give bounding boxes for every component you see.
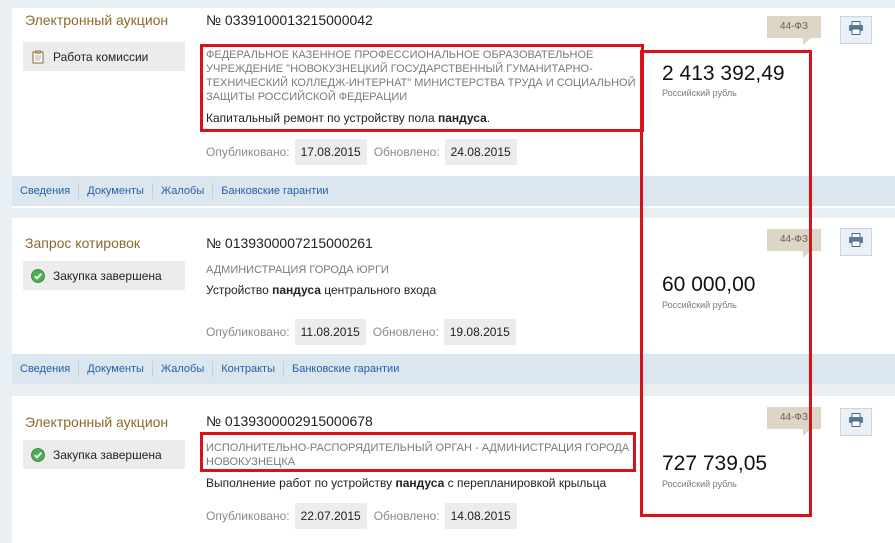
price-value: 727 739,05 bbox=[662, 452, 768, 475]
subject-text: Выполнение работ по устройству bbox=[206, 476, 396, 490]
updated-date: 14.08.2015 bbox=[444, 503, 517, 529]
tab-bank-guarantees[interactable]: Банковские гарантии bbox=[213, 183, 336, 199]
status-badge: Работа комиссии bbox=[23, 42, 185, 71]
updated-label: Обновлено: bbox=[372, 325, 439, 339]
clipboard-icon bbox=[31, 50, 45, 64]
print-button[interactable] bbox=[840, 16, 872, 44]
tab-details[interactable]: Сведения bbox=[12, 183, 80, 199]
currency-label: Российский рубль bbox=[662, 300, 737, 310]
subject-text: Устройство bbox=[206, 283, 273, 297]
tab-bank-guarantees[interactable]: Банковские гарантии bbox=[284, 361, 407, 377]
subject-keyword: пандуса bbox=[395, 476, 445, 490]
currency-label: Российский рубль bbox=[662, 88, 737, 98]
tab-contracts[interactable]: Контракты bbox=[213, 361, 284, 377]
tender-card-2: Запрос котировок Закупка завершена № 013… bbox=[12, 218, 895, 384]
status-badge: Закупка завершена bbox=[23, 440, 185, 469]
tab-complaints[interactable]: Жалобы bbox=[153, 361, 214, 377]
published-label: Опубликовано: bbox=[206, 509, 290, 523]
price-value: 60 000,00 bbox=[662, 273, 756, 296]
subject-keyword: пандуса bbox=[272, 283, 321, 297]
status-label: Закупка завершена bbox=[53, 268, 162, 283]
procurement-subject: Капитальный ремонт по устройству пола па… bbox=[206, 111, 490, 125]
registry-number-link[interactable]: № 0139300002915000678 bbox=[206, 413, 373, 429]
updated-date: 19.08.2015 bbox=[443, 319, 516, 345]
customer-name[interactable]: ИСПОЛНИТЕЛЬНО-РАСПОРЯДИТЕЛЬНЫЙ ОРГАН - А… bbox=[206, 441, 642, 469]
subject-text-end: центрального входа bbox=[320, 283, 437, 297]
subject-text: Капитальный ремонт по устройству пола bbox=[206, 111, 438, 125]
tab-documents[interactable]: Документы bbox=[79, 361, 153, 377]
status-badge: Закупка завершена bbox=[23, 261, 185, 290]
dates-row: Опубликовано: 11.08.2015 Обновлено: 19.0… bbox=[206, 319, 523, 345]
registry-number-link[interactable]: № 0139300007215000261 bbox=[206, 235, 373, 251]
updated-label: Обновлено: bbox=[373, 145, 440, 159]
print-button[interactable] bbox=[840, 408, 872, 436]
dates-row: Опубликовано: 22.07.2015 Обновлено: 14.0… bbox=[206, 503, 524, 529]
check-circle-icon bbox=[31, 447, 45, 462]
print-button[interactable] bbox=[840, 228, 872, 256]
card-tabs: Сведения Документы Жалобы Банковские гар… bbox=[12, 176, 895, 206]
tab-details[interactable]: Сведения bbox=[12, 361, 80, 377]
tab-complaints[interactable]: Жалобы bbox=[153, 183, 214, 199]
printer-icon bbox=[848, 232, 864, 252]
currency-label: Российский рубль bbox=[662, 479, 737, 489]
updated-label: Обновлено: bbox=[373, 509, 440, 523]
published-date: 11.08.2015 bbox=[294, 319, 366, 345]
status-label: Работа комиссии bbox=[53, 49, 149, 64]
procurement-subject: Устройство пандуса центрального входа bbox=[206, 283, 436, 297]
printer-icon bbox=[848, 20, 864, 40]
registry-number-link[interactable]: № 0339100013215000042 bbox=[206, 12, 373, 28]
law-badge: 44-ФЗ bbox=[767, 407, 821, 436]
procurement-type: Электронный аукцион bbox=[25, 12, 169, 28]
subject-text-end: . bbox=[486, 111, 491, 125]
card-tabs: Сведения Документы Жалобы Контракты Банк… bbox=[12, 354, 895, 384]
law-badge: 44-ФЗ bbox=[767, 16, 821, 45]
tender-card-3: Электронный аукцион Закупка завершена № … bbox=[12, 396, 895, 543]
subject-keyword: пандуса bbox=[437, 111, 487, 125]
procurement-type: Электронный аукцион bbox=[25, 414, 169, 430]
subject-text-end: с перепланировкой крыльца bbox=[444, 476, 607, 490]
procurement-type: Запрос котировок bbox=[25, 235, 141, 251]
published-label: Опубликовано: bbox=[206, 325, 290, 339]
published-date: 17.08.2015 bbox=[294, 139, 367, 165]
customer-name[interactable]: АДМИНИСТРАЦИЯ ГОРОДА ЮРГИ bbox=[206, 263, 642, 277]
published-date: 22.07.2015 bbox=[294, 503, 367, 529]
tab-documents[interactable]: Документы bbox=[79, 183, 153, 199]
tender-card-1: Электронный аукцион Работа комиссии № 03… bbox=[12, 8, 895, 208]
check-circle-icon bbox=[31, 268, 45, 283]
published-label: Опубликовано: bbox=[206, 145, 290, 159]
customer-name[interactable]: ФЕДЕРАЛЬНОЕ КАЗЕННОЕ ПРОФЕССИОНАЛЬНОЕ ОБ… bbox=[206, 48, 642, 104]
law-badge: 44-ФЗ bbox=[767, 229, 821, 258]
procurement-subject: Выполнение работ по устройству пандуса с… bbox=[206, 476, 606, 490]
status-label: Закупка завершена bbox=[53, 447, 162, 462]
dates-row: Опубликовано: 17.08.2015 Обновлено: 24.0… bbox=[206, 139, 524, 165]
updated-date: 24.08.2015 bbox=[444, 139, 517, 165]
price-value: 2 413 392,49 bbox=[662, 62, 785, 85]
printer-icon bbox=[848, 412, 864, 432]
